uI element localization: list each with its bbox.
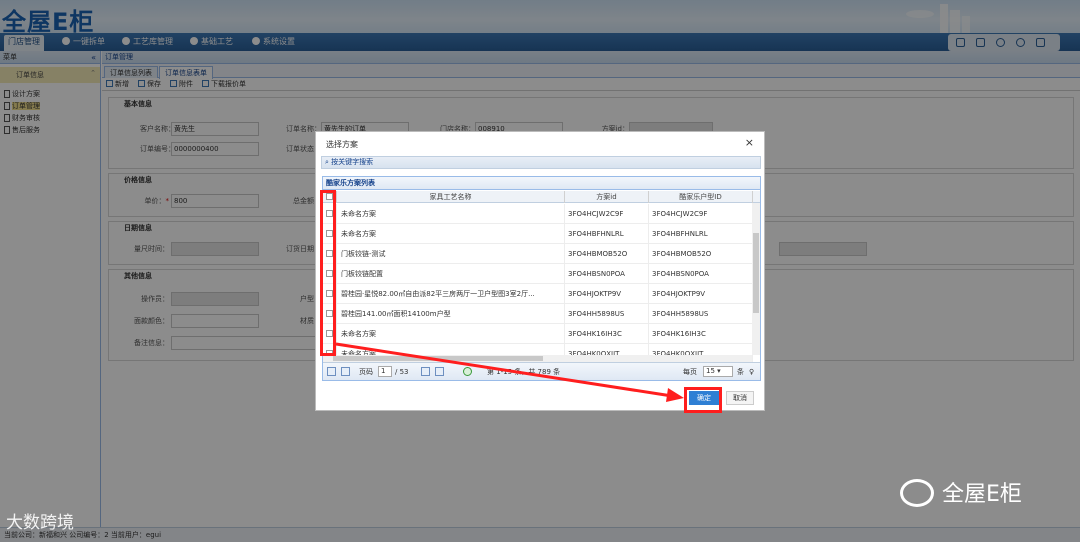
cell-plan-id: 3FO4HCJW2C9F xyxy=(565,204,649,224)
vertical-scrollbar[interactable] xyxy=(752,203,760,355)
cell-plan-id: 3FO4HBFHNLRL xyxy=(565,224,649,244)
grid-header: 家具工艺名称 方案id 酷家乐户型ID xyxy=(323,191,760,203)
page-label: 页码 xyxy=(359,368,373,376)
horizontal-scrollbar[interactable] xyxy=(323,355,752,362)
per-page-unit: 条 xyxy=(737,368,744,376)
grid-title: 酷家乐方案列表 xyxy=(323,177,760,190)
column-header-kujiale-id[interactable]: 酷家乐户型ID xyxy=(649,191,753,203)
wechat-icon xyxy=(900,479,934,507)
cell-name: 碧桂园141.00㎡面积14100m户型 xyxy=(337,304,565,324)
pagination-bar: 页码 1 / 53 第 1-15 条，共 789 条 每页 15 ▾ 条 ♀ xyxy=(323,362,760,380)
cell-kujiale-id: 3FO4HCJW2C9F xyxy=(649,204,753,224)
cell-name: 未命名方案 xyxy=(337,224,565,244)
cell-name: 碧桂园·星悦82.00㎡自由派82平三房两厅一卫户型图3室2厅... xyxy=(337,284,565,304)
cell-plan-id: 3FO4HBMOB52O xyxy=(565,244,649,264)
table-row[interactable]: 门板铰链-测试 3FO4HBMOB52O 3FO4HBMOB52O xyxy=(323,244,753,264)
table-row[interactable]: 碧桂园·星悦82.00㎡自由派82平三房两厅一卫户型图3室2厅... 3FO4HJ… xyxy=(323,284,753,304)
refresh-icon[interactable] xyxy=(463,367,472,376)
cell-plan-id: 3FO4HJOKTP9V xyxy=(565,284,649,304)
lightbulb-icon: ♀ xyxy=(749,368,755,376)
record-range: 第 1-15 条，共 789 条 xyxy=(487,368,561,376)
prev-page-icon[interactable] xyxy=(341,367,350,376)
first-page-icon[interactable] xyxy=(327,367,336,376)
cell-kujiale-id: 3FO4HJOKTP9V xyxy=(649,284,753,304)
keyword-search-bar[interactable]: ⌕ 按关键字搜索 xyxy=(321,156,761,169)
annotation-confirm-highlight xyxy=(684,387,722,413)
cell-kujiale-id: 3FO4HH5898US xyxy=(649,304,753,324)
column-header-plan-id[interactable]: 方案id xyxy=(565,191,649,203)
cell-kujiale-id: 3FO4HBMOB52O xyxy=(649,244,753,264)
cancel-button[interactable]: 取消 xyxy=(726,391,754,405)
table-row[interactable]: 未命名方案 3FO4HK16IH3C 3FO4HK16IH3C xyxy=(323,324,753,344)
scrollbar-thumb[interactable] xyxy=(753,233,759,313)
select-plan-dialog: 选择方案 × ⌕ 按关键字搜索 酷家乐方案列表 家具工艺名称 方案id 酷家乐户… xyxy=(315,131,765,411)
close-icon[interactable]: × xyxy=(745,136,754,149)
per-page-label: 每页 xyxy=(683,368,697,376)
cell-kujiale-id: 3FO4HBSN0POA xyxy=(649,264,753,284)
column-header-name[interactable]: 家具工艺名称 xyxy=(337,191,565,203)
cell-name: 未命名方案 xyxy=(337,324,565,344)
cell-name: 门板铰链配置 xyxy=(337,264,565,284)
page-input[interactable]: 1 xyxy=(378,366,392,377)
dialog-title: 选择方案 xyxy=(326,140,358,149)
cell-name: 门板铰链-测试 xyxy=(337,244,565,264)
table-row[interactable]: 未命名方案 3FO4HCJW2C9F 3FO4HCJW2C9F xyxy=(323,204,753,224)
last-page-icon[interactable] xyxy=(435,367,444,376)
cell-plan-id: 3FO4HBSN0POA xyxy=(565,264,649,284)
table-row[interactable]: 碧桂园141.00㎡面积14100m户型 3FO4HH5898US 3FO4HH58… xyxy=(323,304,753,324)
annotation-checkbox-highlight xyxy=(320,190,336,356)
table-row[interactable]: 未命名方案 3FO4HBFHNLRL 3FO4HBFHNLRL xyxy=(323,224,753,244)
per-page-select[interactable]: 15 ▾ xyxy=(703,366,733,377)
plan-list-grid: 酷家乐方案列表 家具工艺名称 方案id 酷家乐户型ID 未命名方案 3FO4HCJ… xyxy=(322,176,761,381)
cell-plan-id: 3FO4HK16IH3C xyxy=(565,324,649,344)
cell-kujiale-id: 3FO4HK16IH3C xyxy=(649,324,753,344)
scrollbar-thumb[interactable] xyxy=(333,356,543,361)
next-page-icon[interactable] xyxy=(421,367,430,376)
cell-plan-id: 3FO4HH5898US xyxy=(565,304,649,324)
wechat-watermark: 全屋E柜 xyxy=(900,478,1022,512)
table-row[interactable]: 门板铰链配置 3FO4HBSN0POA 3FO4HBSN0POA xyxy=(323,264,753,284)
cell-name: 未命名方案 xyxy=(337,204,565,224)
total-pages: / 53 xyxy=(395,368,409,376)
cell-kujiale-id: 3FO4HBFHNLRL xyxy=(649,224,753,244)
corner-watermark: 大数跨境 xyxy=(6,513,74,533)
